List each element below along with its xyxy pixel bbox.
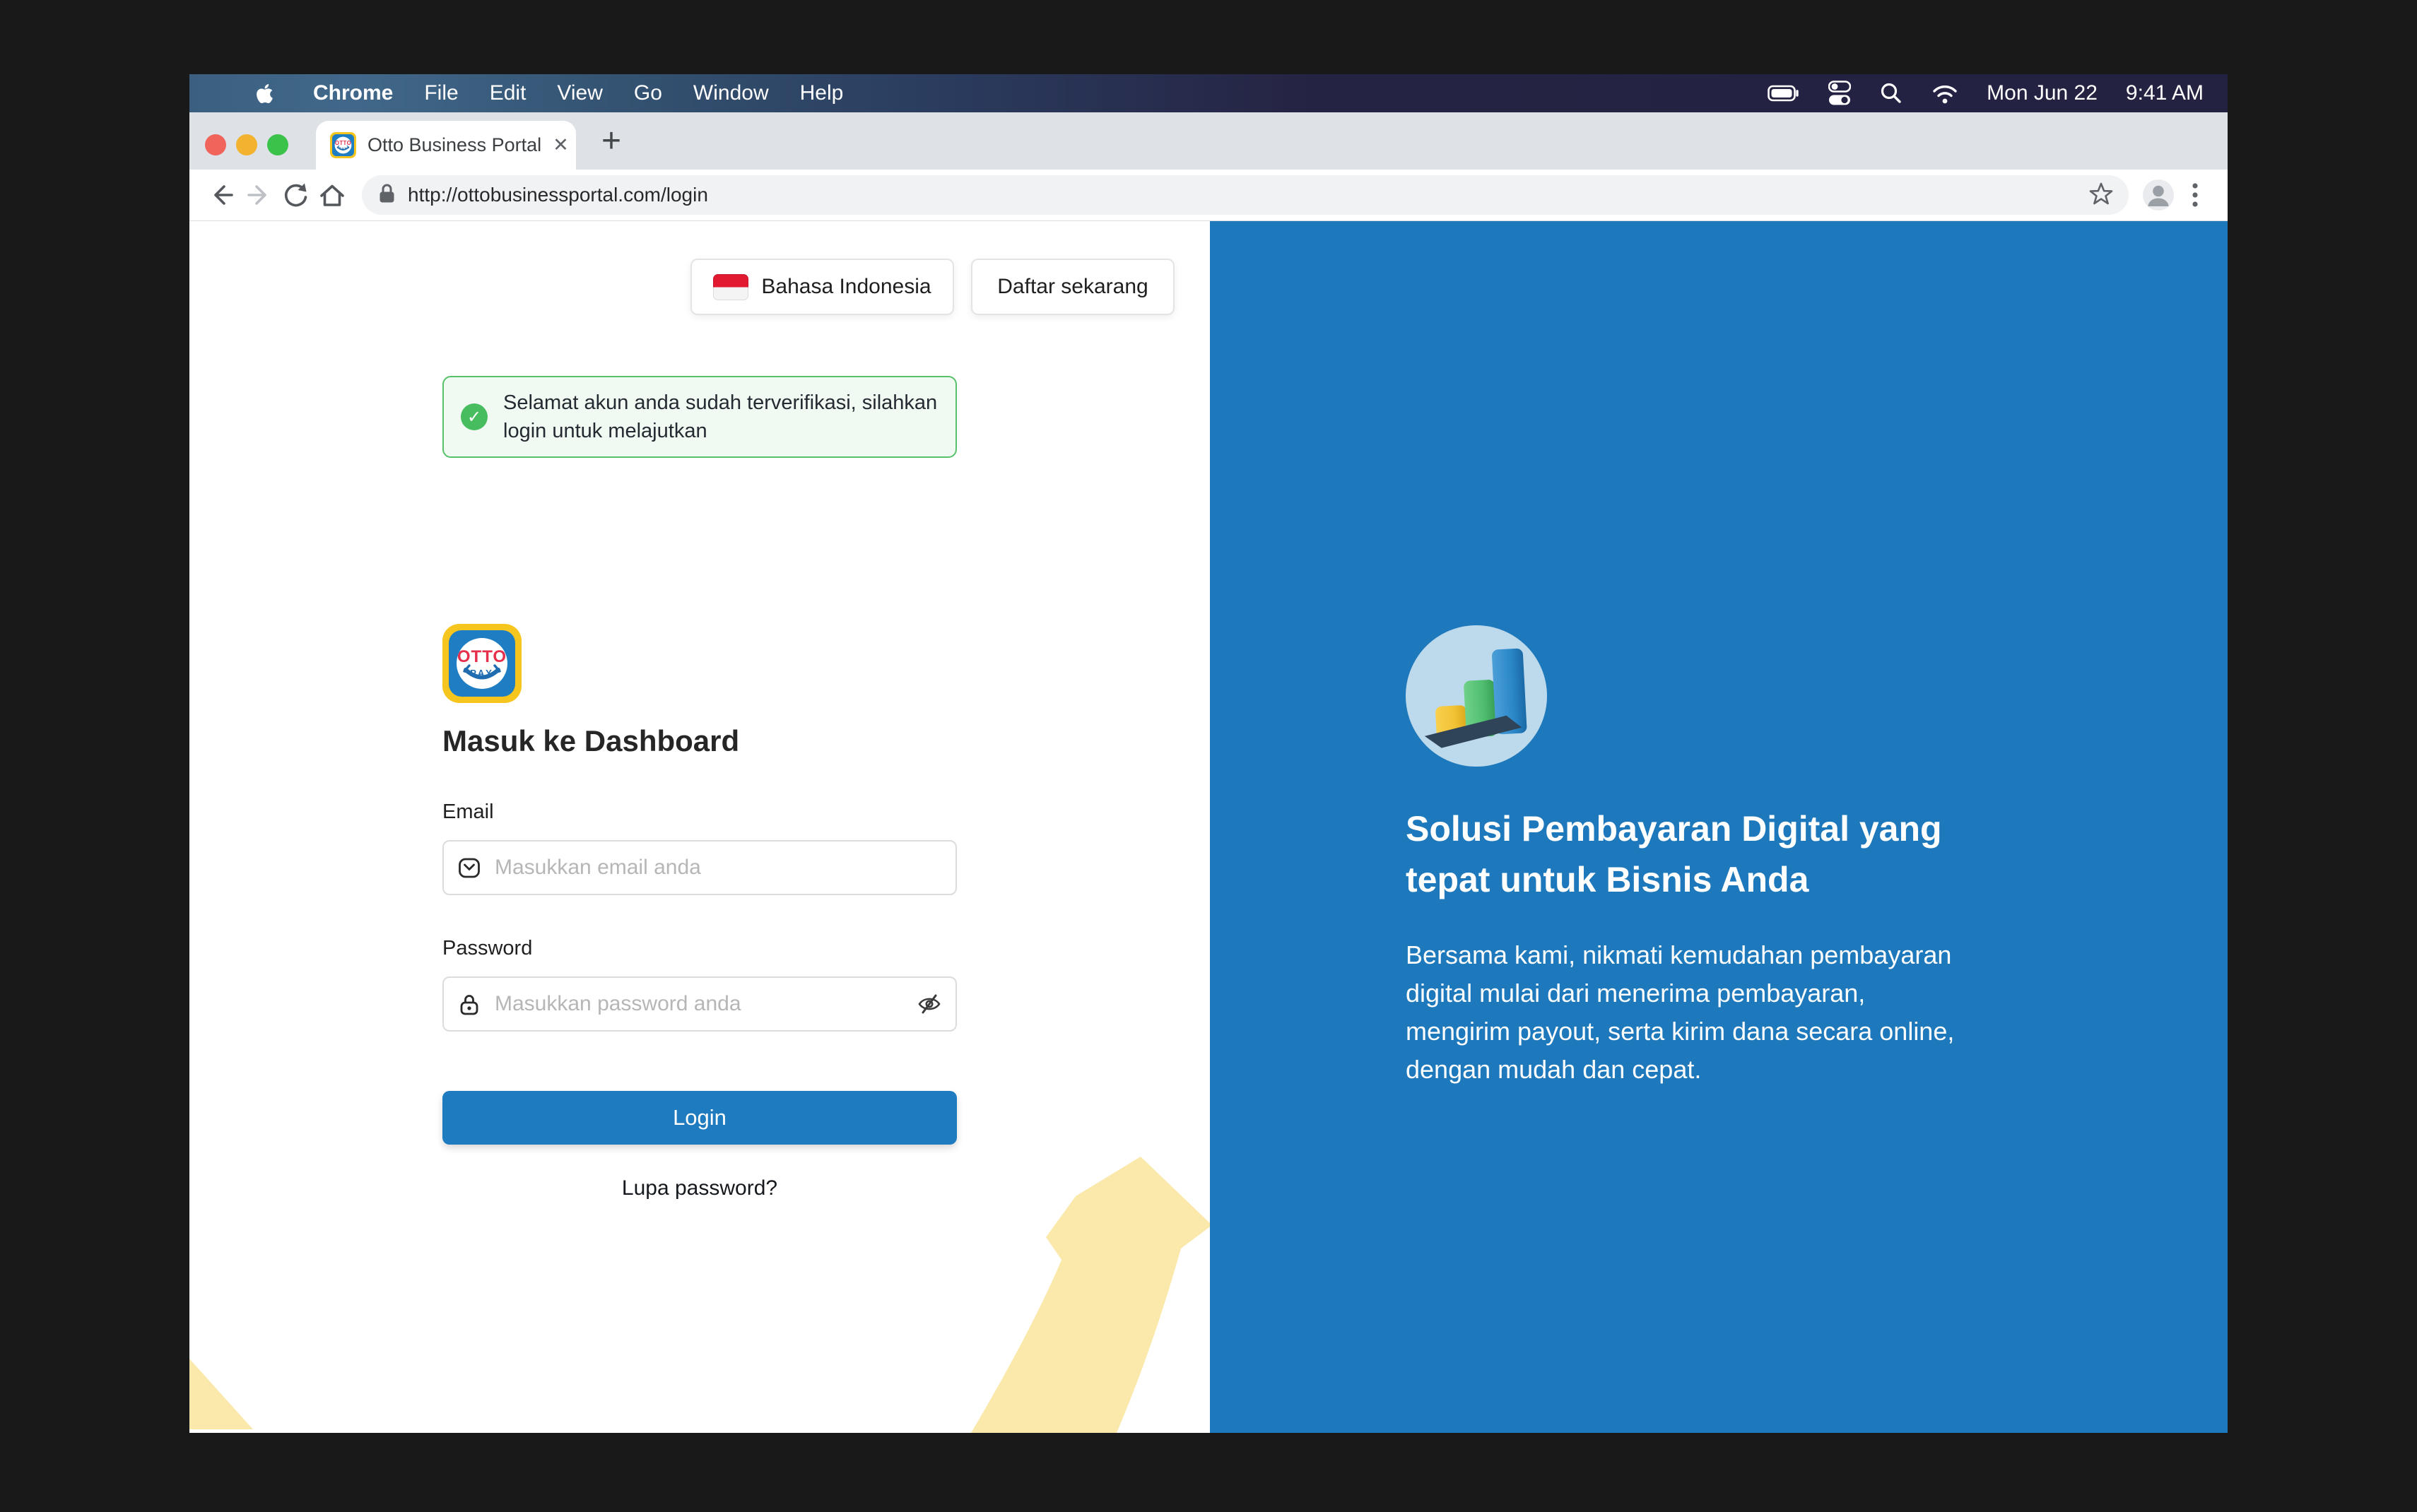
menubar-item-edit[interactable]: Edit [490,81,527,105]
email-label: Email [442,801,494,824]
menubar-item-view[interactable]: View [557,81,602,105]
bookmark-star-icon[interactable] [2089,182,2113,209]
menubar-item-help[interactable]: Help [800,81,844,105]
password-field-wrap [442,976,957,1032]
indonesia-flag-icon [713,274,748,300]
window-close-button[interactable] [205,134,226,155]
email-field-wrap [442,840,957,895]
decor-arrow-shape [971,1155,1210,1433]
menubar-item-window[interactable]: Window [693,81,769,105]
apple-logo-icon[interactable] [256,83,274,105]
login-panel: Bahasa Indonesia Daftar sekarang ✓ Selam… [189,221,1210,1433]
promo-body: Bersama kami, nikmati kemudahan pembayar… [1406,936,2098,1089]
logo-smile-icon [460,663,504,685]
password-label: Password [442,937,532,960]
tab-title: Otto Business Portal [367,134,541,156]
register-button[interactable]: Daftar sekarang [971,259,1175,315]
ottopay-logo: OTTO PAY [442,624,522,703]
home-button[interactable] [314,177,351,213]
menubar-clock[interactable]: 9:41 AM [2126,81,2204,105]
battery-icon[interactable] [1768,85,1800,102]
promo-panel: Solusi Pembayaran Digital yang tepat unt… [1210,221,2228,1433]
menubar-item-file[interactable]: File [424,81,458,105]
language-select-button[interactable]: Bahasa Indonesia [690,259,954,315]
password-input[interactable] [442,976,957,1032]
forgot-password-link[interactable]: Lupa password? [442,1176,957,1200]
menubar-item-go[interactable]: Go [634,81,662,105]
email-envelope-icon [458,856,481,882]
page-title: Masuk ke Dashboard [442,724,739,758]
login-button[interactable]: Login [442,1091,957,1145]
menubar-item-chrome[interactable]: Chrome [313,81,393,105]
reload-button[interactable] [277,177,314,213]
register-button-label: Daftar sekarang [997,275,1148,299]
language-button-label: Bahasa Indonesia [761,275,931,299]
wifi-icon[interactable] [1931,83,1958,104]
window-zoom-button[interactable] [267,134,288,155]
chrome-tabstrip: OTTO PAY Otto Business Portal ✕ + [189,112,2228,170]
email-input[interactable] [442,840,957,895]
tab-favicon: OTTO PAY [330,132,356,158]
spotlight-search-icon[interactable] [1879,81,1903,105]
alert-message: Selamat akun anda sudah terverifikasi, s… [503,389,937,445]
success-alert: ✓ Selamat akun anda sudah terverifikasi,… [442,376,957,458]
macos-screen: Chrome File Edit View Go Window Help Mon… [189,74,2228,1433]
tab-close-icon[interactable]: ✕ [553,134,569,156]
new-tab-button[interactable]: + [589,118,634,163]
password-lock-icon [458,993,481,1020]
page-content: Bahasa Indonesia Daftar sekarang ✓ Selam… [189,221,2228,1433]
back-button[interactable] [204,177,240,213]
promo-heading: Solusi Pembayaran Digital yang tepat unt… [1406,803,2098,905]
macos-menubar: Chrome File Edit View Go Window Help Mon… [189,74,2228,112]
toggle-password-visibility-icon[interactable] [917,992,941,1020]
address-bar[interactable]: http://ottobusinessportal.com/login [362,175,2129,215]
browser-tab[interactable]: OTTO PAY Otto Business Portal ✕ [316,121,576,170]
bar-chart-icon [1420,639,1533,752]
forward-button[interactable] [240,177,277,213]
menubar-date[interactable]: Mon Jun 22 [1987,81,2098,105]
decor-corner-triangle [189,1359,253,1433]
profile-avatar-icon[interactable] [2140,177,2177,213]
control-center-icon[interactable] [1828,81,1851,106]
chrome-toolbar: http://ottobusinessportal.com/login [189,170,2228,221]
check-circle-icon: ✓ [461,403,488,430]
window-minimize-button[interactable] [236,134,257,155]
bar-chart-badge [1406,625,1547,767]
lock-icon[interactable] [377,182,396,208]
browser-menu-icon[interactable] [2177,177,2213,213]
url-text[interactable]: http://ottobusinessportal.com/login [408,184,2089,206]
